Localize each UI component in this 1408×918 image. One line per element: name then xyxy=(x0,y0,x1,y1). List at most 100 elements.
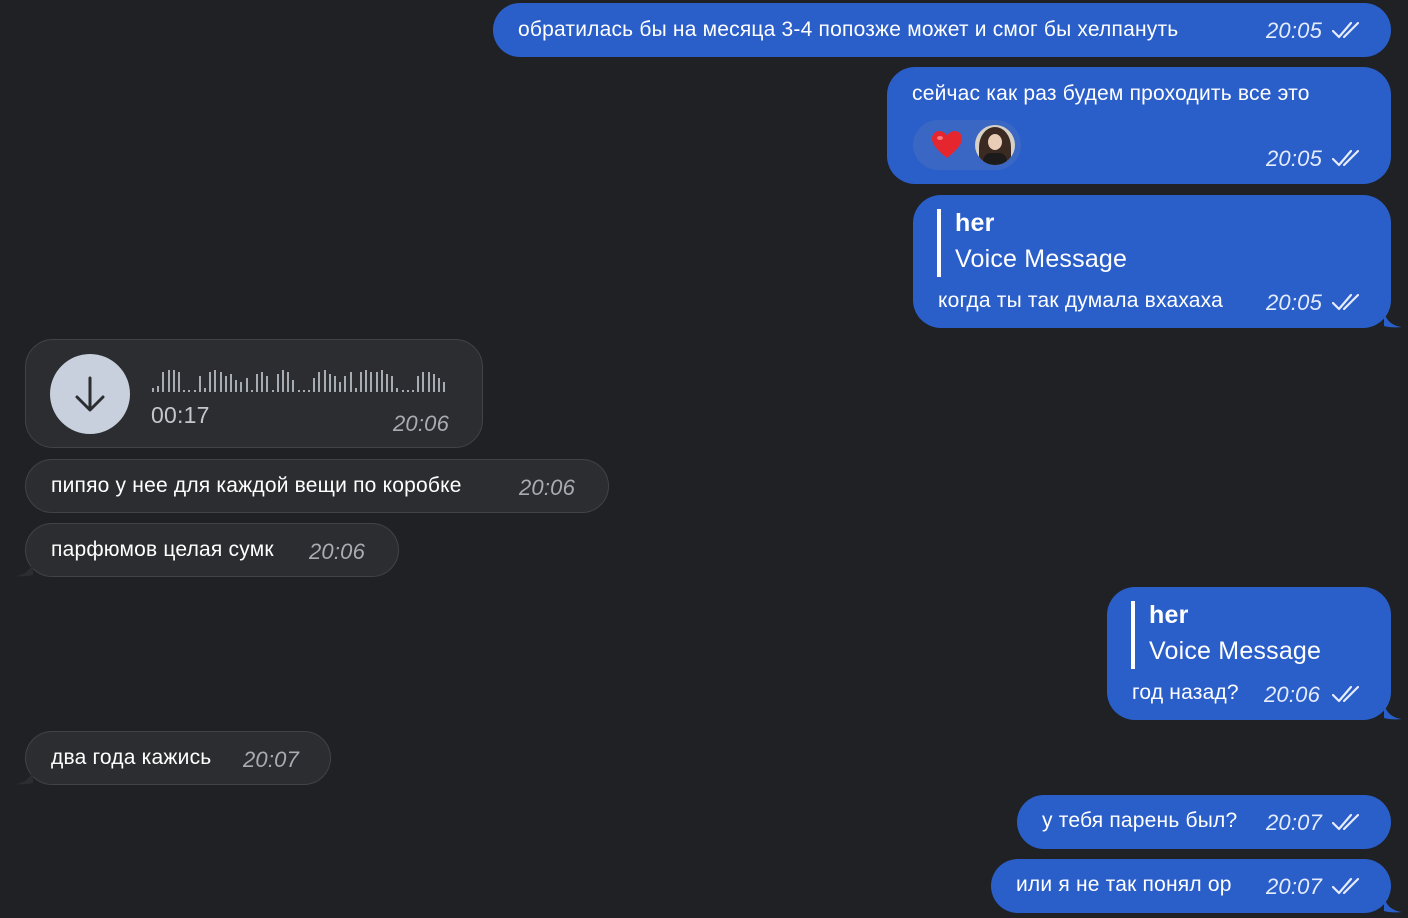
bubble-tail xyxy=(15,769,33,785)
waveform-bar xyxy=(292,380,295,392)
waveform-bar xyxy=(365,370,368,392)
waveform-bar xyxy=(167,370,170,392)
waveform-bar xyxy=(219,372,222,392)
outgoing-message[interactable]: обратилась бы на месяца 3-4 попозже може… xyxy=(493,3,1391,57)
message-time: 20:07 xyxy=(1266,810,1323,835)
avatar xyxy=(975,125,1015,165)
message-text: парфюмов целая сумк xyxy=(51,538,274,561)
waveform-bar xyxy=(250,390,253,392)
waveform-bar xyxy=(391,376,394,392)
waveform-bar xyxy=(349,372,352,392)
waveform-bar xyxy=(193,390,196,392)
waveform-bar xyxy=(282,370,284,392)
waveform-bar xyxy=(198,376,201,392)
waveform-bar xyxy=(276,374,279,392)
message-text: у тебя парень был? xyxy=(1042,809,1238,832)
message-time: 20:06 xyxy=(393,411,450,436)
waveform-bar xyxy=(287,372,290,392)
waveform-bar xyxy=(152,388,154,392)
waveform-bar xyxy=(245,378,248,392)
waveform-bar xyxy=(401,390,404,392)
message-time: 20:07 xyxy=(243,747,300,772)
waveform-bar xyxy=(417,376,420,392)
waveform-bar xyxy=(318,372,321,392)
waveform-bar xyxy=(188,390,191,392)
bubble-tail xyxy=(1384,312,1402,328)
waveform-bar xyxy=(344,376,347,392)
message-text: два года кажись xyxy=(51,746,212,769)
incoming-message[interactable]: два года кажись 20:07 xyxy=(25,731,331,785)
message-text: обратилась бы на месяца 3-4 попозже може… xyxy=(518,18,1179,41)
reply-quote[interactable]: her Voice Message xyxy=(937,209,1237,277)
message-time: 20:05 xyxy=(1266,146,1323,171)
double-check-icon xyxy=(1331,813,1360,831)
incoming-voice-message[interactable]: 00:17 20:06 xyxy=(25,339,483,448)
waveform-bar xyxy=(412,390,414,392)
waveform-bar xyxy=(162,372,165,392)
waveform-bar xyxy=(302,390,305,392)
message-text: или я не так понял ор xyxy=(1016,873,1232,896)
chat-window: { "messages": [ {"text": "обратилась бы … xyxy=(0,0,1408,918)
incoming-message[interactable]: пипяо у нее для каждой вещи по коробке 2… xyxy=(25,459,609,513)
reply-quote[interactable]: her Voice Message xyxy=(1131,601,1351,669)
message-time: 20:05 xyxy=(1266,290,1323,315)
download-button[interactable] xyxy=(50,354,130,434)
double-check-icon xyxy=(1331,293,1360,311)
waveform-bar xyxy=(422,372,425,392)
double-check-icon xyxy=(1331,21,1360,39)
waveform-bar xyxy=(271,390,274,392)
waveform-bar xyxy=(235,380,238,392)
waveform-bar xyxy=(204,388,206,392)
waveform-bar xyxy=(214,370,217,392)
waveform-bar xyxy=(178,372,180,392)
outgoing-message[interactable]: her Voice Message когда ты так думала вх… xyxy=(913,195,1391,328)
waveform-bar xyxy=(261,372,264,392)
waveform-bar xyxy=(370,372,373,392)
heart-emoji-icon xyxy=(932,131,962,158)
waveform-bar xyxy=(230,374,232,392)
waveform-bar xyxy=(157,386,160,392)
voice-duration: 00:17 xyxy=(151,402,210,428)
outgoing-message[interactable]: her Voice Message год назад? 20:06 xyxy=(1107,587,1391,720)
voice-waveform[interactable] xyxy=(152,368,452,392)
waveform-bar xyxy=(240,382,243,392)
waveform-bar xyxy=(323,370,326,392)
download-arrow-icon xyxy=(75,376,105,412)
reply-author: her xyxy=(955,209,995,237)
reply-author: her xyxy=(1149,601,1189,629)
reply-preview: Voice Message xyxy=(955,245,1128,273)
waveform-bar xyxy=(172,370,175,392)
reply-preview: Voice Message xyxy=(1149,637,1322,665)
bubble-tail xyxy=(1384,704,1402,720)
waveform-bar xyxy=(354,388,357,392)
message-time: 20:05 xyxy=(1266,18,1323,43)
message-time: 20:06 xyxy=(519,475,576,500)
outgoing-message[interactable]: у тебя парень был? 20:07 xyxy=(1017,795,1391,849)
double-check-icon xyxy=(1331,685,1360,703)
waveform-bar xyxy=(266,376,269,392)
waveform-bar xyxy=(328,374,331,392)
waveform-bar xyxy=(334,376,336,392)
waveform-bar xyxy=(209,372,212,392)
waveform-bar xyxy=(443,382,446,392)
waveform-bar xyxy=(339,382,342,392)
waveform-bar xyxy=(380,370,383,392)
bubble-tail xyxy=(15,561,33,577)
waveform-bar xyxy=(438,378,440,392)
waveform-bar xyxy=(308,390,310,392)
incoming-message[interactable]: парфюмов целая сумк 20:06 xyxy=(25,523,399,577)
waveform-bar xyxy=(297,390,300,392)
waveform-bar xyxy=(360,372,362,392)
message-time: 20:07 xyxy=(1266,874,1323,899)
double-check-icon xyxy=(1331,877,1360,895)
message-time: 20:06 xyxy=(309,539,366,564)
waveform-bar xyxy=(427,372,430,392)
reactions-bar[interactable] xyxy=(913,120,1021,170)
outgoing-message[interactable]: сейчас как раз будем проходить все это 2… xyxy=(887,67,1391,184)
message-text: пипяо у нее для каждой вещи по коробке xyxy=(51,474,462,497)
message-text: сейчас как раз будем проходить все это xyxy=(912,82,1310,105)
message-text: когда ты так думала вхахаха xyxy=(938,289,1224,312)
waveform-bar xyxy=(375,372,378,392)
outgoing-message[interactable]: или я не так понял ор 20:07 xyxy=(991,859,1391,913)
message-text: год назад? xyxy=(1132,681,1239,704)
